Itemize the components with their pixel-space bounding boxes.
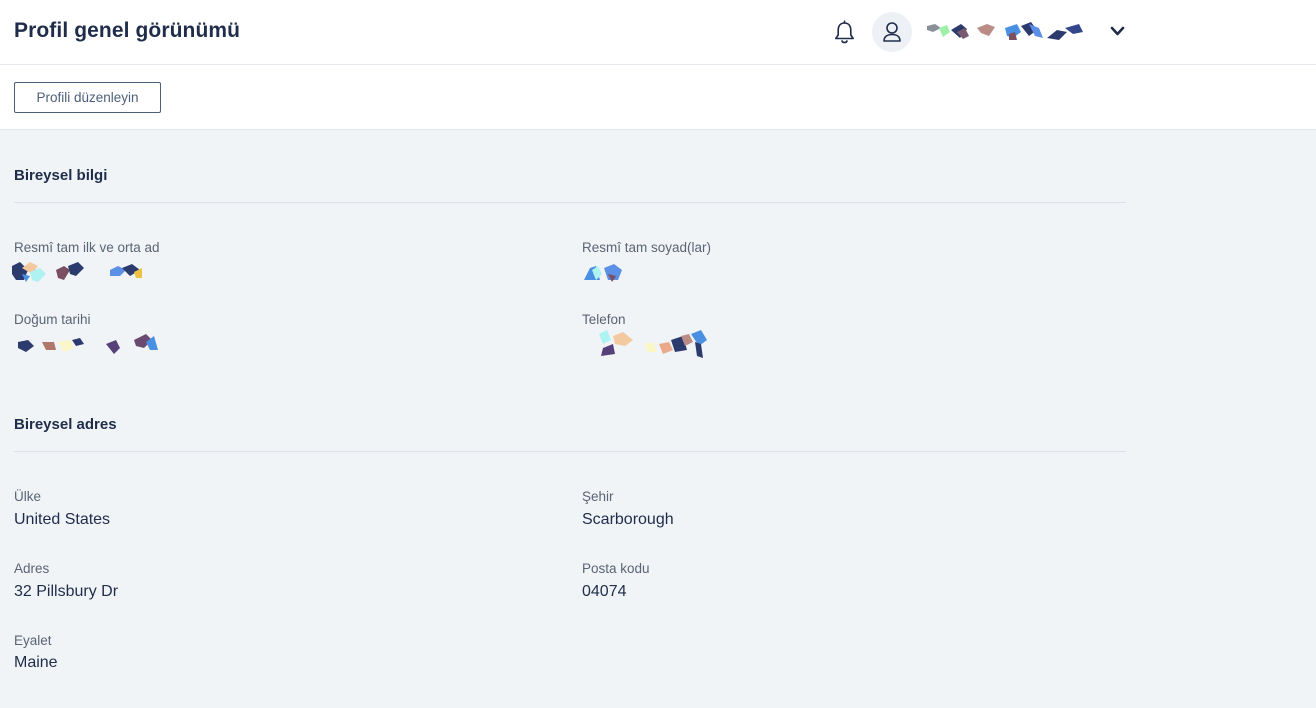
field-label-phone: Telefon	[582, 312, 626, 327]
edit-profile-button[interactable]: Profili düzenleyin	[14, 82, 161, 113]
field-value-country: United States	[14, 511, 111, 528]
field-value-city: Scarborough	[582, 511, 674, 528]
field-value-address: 32 Pillsbury Dr	[14, 583, 119, 600]
bell-icon[interactable]	[832, 20, 857, 46]
field-label-date-of-birth: Doğum tarihi	[14, 312, 91, 327]
date-of-birth-redacted	[14, 332, 164, 363]
user-icon	[883, 22, 901, 42]
divider	[14, 451, 1126, 452]
field-label-city: Şehir	[582, 489, 614, 504]
field-label-surnames: Resmî tam soyad(lar)	[582, 240, 712, 255]
section-title-personal-info: Bireysel bilgi	[14, 167, 108, 184]
action-bar: Profili düzenleyin	[0, 65, 1316, 130]
field-value-state: Maine	[14, 654, 58, 671]
field-label-state: Eyalet	[14, 633, 52, 648]
avatar[interactable]	[872, 12, 912, 52]
page-title: Profil genel görünümü	[14, 19, 241, 42]
field-label-address: Adres	[14, 561, 50, 576]
first-middle-name-redacted	[10, 260, 150, 291]
surnames-redacted	[582, 262, 632, 289]
phone-redacted	[595, 328, 715, 365]
chevron-down-icon[interactable]	[1110, 25, 1125, 37]
field-label-first-middle-name: Resmî tam ilk ve orta ad	[14, 240, 160, 255]
username-redacted[interactable]	[925, 20, 1085, 46]
section-title-personal-address: Bireysel adres	[14, 416, 117, 433]
field-label-country: Ülke	[14, 489, 42, 504]
top-bar: Profil genel görünümü	[0, 0, 1316, 65]
field-value-postal-code: 04074	[582, 583, 627, 600]
field-label-postal-code: Posta kodu	[582, 561, 650, 576]
divider	[14, 202, 1126, 203]
